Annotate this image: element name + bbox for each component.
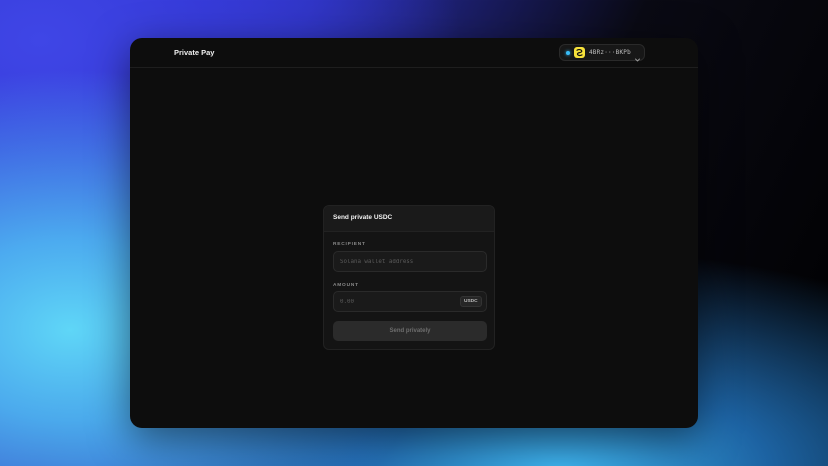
amount-label: AMOUNT: [333, 283, 359, 288]
send-form-card: Send private USDC RECIPIENT AMOUNT USDC …: [323, 205, 495, 350]
chevron-down-icon: [634, 50, 641, 62]
currency-badge: USDC: [460, 296, 482, 307]
connection-status-dot: [566, 51, 570, 55]
wallet-button[interactable]: 4BRz···BKPb: [559, 44, 645, 62]
recipient-input[interactable]: [333, 251, 487, 272]
card-header: Send private USDC: [324, 206, 494, 232]
app-title: Private Pay: [174, 48, 215, 57]
form-title: Send private USDC: [333, 214, 393, 221]
recipient-label: RECIPIENT: [333, 242, 366, 247]
app-window: Private Pay 4BRz···BKPb Send private USD…: [130, 38, 698, 428]
wallet-logo-icon: [574, 47, 585, 58]
send-privately-button[interactable]: Send privately: [333, 321, 487, 341]
top-bar: Private Pay 4BRz···BKPb: [130, 38, 698, 68]
wallet-address: 4BRz···BKPb: [589, 49, 631, 56]
